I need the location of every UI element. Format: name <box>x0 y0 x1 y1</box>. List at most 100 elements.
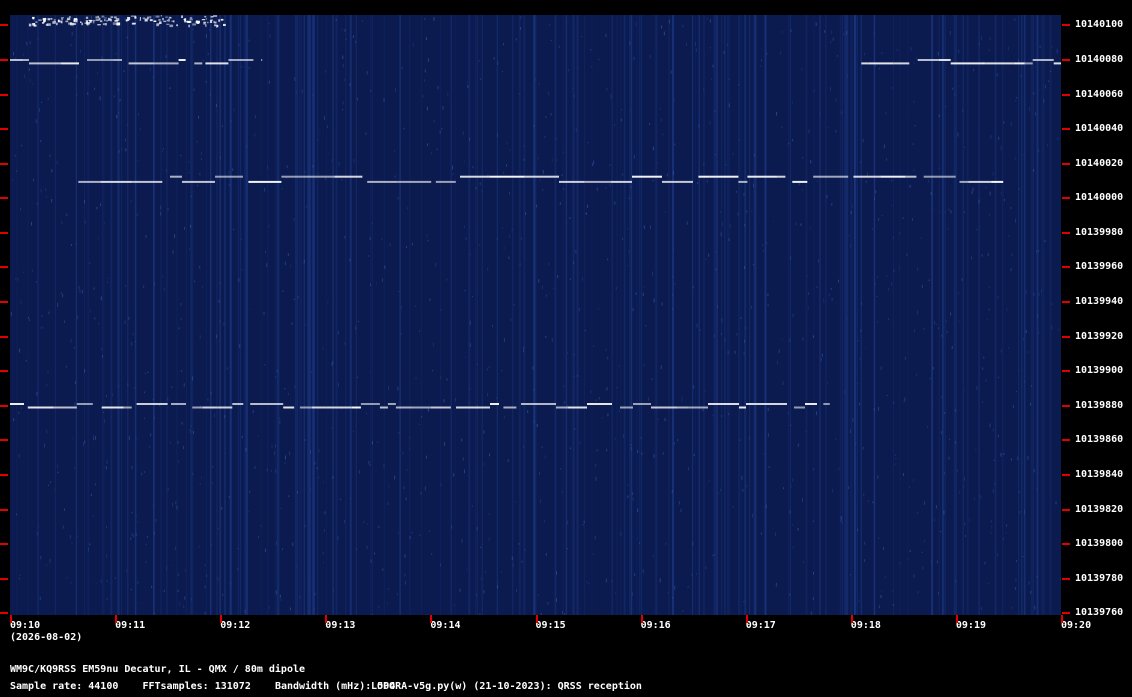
noise-speckle <box>1025 330 1027 334</box>
noise-speckle <box>93 287 95 290</box>
noise-speckle <box>1041 289 1042 293</box>
noise-speckle <box>297 491 298 494</box>
noise-speckle <box>223 322 225 326</box>
noise-speckle <box>622 237 623 241</box>
signal-segment <box>205 62 229 65</box>
noise-speckle <box>820 357 822 362</box>
noise-speckle <box>978 199 980 204</box>
noise-speckle <box>728 103 730 108</box>
noise-speckle <box>478 60 480 62</box>
noise-speckle <box>431 369 433 372</box>
noise-speckle <box>950 312 952 316</box>
noise-speckle <box>65 365 67 368</box>
noise-speckle <box>222 593 224 597</box>
noise-speckle <box>264 548 266 553</box>
noise-speckle <box>191 100 193 103</box>
noise-speckle <box>652 179 654 182</box>
noise-speckle <box>106 580 108 582</box>
noise-speckle <box>150 433 152 437</box>
noise-speckle <box>488 513 490 515</box>
noise-speckle <box>945 106 947 108</box>
noise-speckle <box>403 486 405 489</box>
noise-speckle <box>1015 391 1017 393</box>
noise-speckle <box>627 227 629 230</box>
burst-pixel <box>69 16 71 18</box>
noise-streak <box>383 15 385 615</box>
y-tick-mark <box>0 197 8 200</box>
burst-pixel <box>204 15 207 18</box>
noise-speckle <box>835 438 837 440</box>
noise-speckle <box>1023 154 1025 156</box>
noise-speckle <box>221 507 223 510</box>
noise-speckle <box>49 154 51 157</box>
noise-speckle <box>471 505 473 507</box>
noise-streak <box>496 15 498 615</box>
noise-speckle <box>713 334 715 338</box>
noise-streak <box>518 15 521 615</box>
burst-pixel <box>90 20 92 23</box>
noise-streak <box>630 15 633 615</box>
x-tick-label: 09:20 <box>1061 620 1092 631</box>
x-tick-label: 09:17 <box>745 620 776 631</box>
noise-speckle <box>368 460 370 465</box>
noise-speckle <box>47 371 49 374</box>
noise-speckle <box>523 445 524 449</box>
noise-speckle <box>20 300 22 304</box>
noise-speckle <box>344 78 346 82</box>
noise-speckle <box>846 317 848 320</box>
noise-speckle <box>544 455 546 459</box>
noise-speckle <box>944 211 946 214</box>
noise-speckle <box>674 143 676 146</box>
noise-speckle <box>455 398 457 402</box>
noise-speckle <box>929 378 931 380</box>
noise-speckle <box>275 376 277 378</box>
noise-speckle <box>241 66 243 68</box>
noise-speckle <box>70 338 72 343</box>
burst-pixel <box>33 24 37 27</box>
noise-speckle <box>790 256 792 260</box>
burst-pixel <box>108 18 111 21</box>
y-tick-mark <box>1062 93 1070 96</box>
noise-speckle <box>233 108 235 112</box>
noise-speckle <box>443 399 445 403</box>
noise-speckle <box>452 165 453 170</box>
noise-speckle <box>582 523 584 526</box>
noise-speckle <box>217 577 219 581</box>
noise-speckle <box>183 383 185 387</box>
noise-speckle <box>305 323 307 326</box>
noise-streak <box>623 15 626 615</box>
noise-streak <box>1023 15 1026 615</box>
noise-streak <box>576 15 579 615</box>
spectrogram-canvas <box>10 15 1061 615</box>
noise-speckle <box>496 397 498 399</box>
noise-speckle <box>708 480 710 482</box>
noise-speckle <box>660 365 662 370</box>
noise-speckle <box>355 326 357 330</box>
noise-speckle <box>680 508 682 513</box>
y-tick-mark <box>1062 404 1070 407</box>
noise-speckle <box>908 486 910 488</box>
noise-speckle <box>988 308 990 311</box>
noise-speckle <box>605 187 607 189</box>
noise-speckle <box>382 278 383 283</box>
noise-speckle <box>616 386 618 389</box>
noise-speckle <box>831 30 832 34</box>
signal-segment <box>412 406 431 409</box>
noise-streak <box>332 15 334 615</box>
noise-speckle <box>639 542 640 545</box>
noise-streak <box>239 15 242 615</box>
noise-speckle <box>333 588 335 592</box>
noise-speckle <box>706 17 708 20</box>
burst-pixel <box>153 20 157 22</box>
noise-speckle <box>888 288 890 291</box>
noise-speckle <box>50 481 51 483</box>
signal-segment <box>688 406 708 409</box>
noise-speckle <box>243 548 245 550</box>
noise-speckle <box>725 164 727 166</box>
noise-speckle <box>56 464 58 469</box>
burst-pixel <box>68 22 72 25</box>
noise-speckle <box>394 475 396 480</box>
noise-speckle <box>135 533 137 537</box>
noise-speckle <box>634 573 636 576</box>
noise-speckle <box>714 553 716 556</box>
